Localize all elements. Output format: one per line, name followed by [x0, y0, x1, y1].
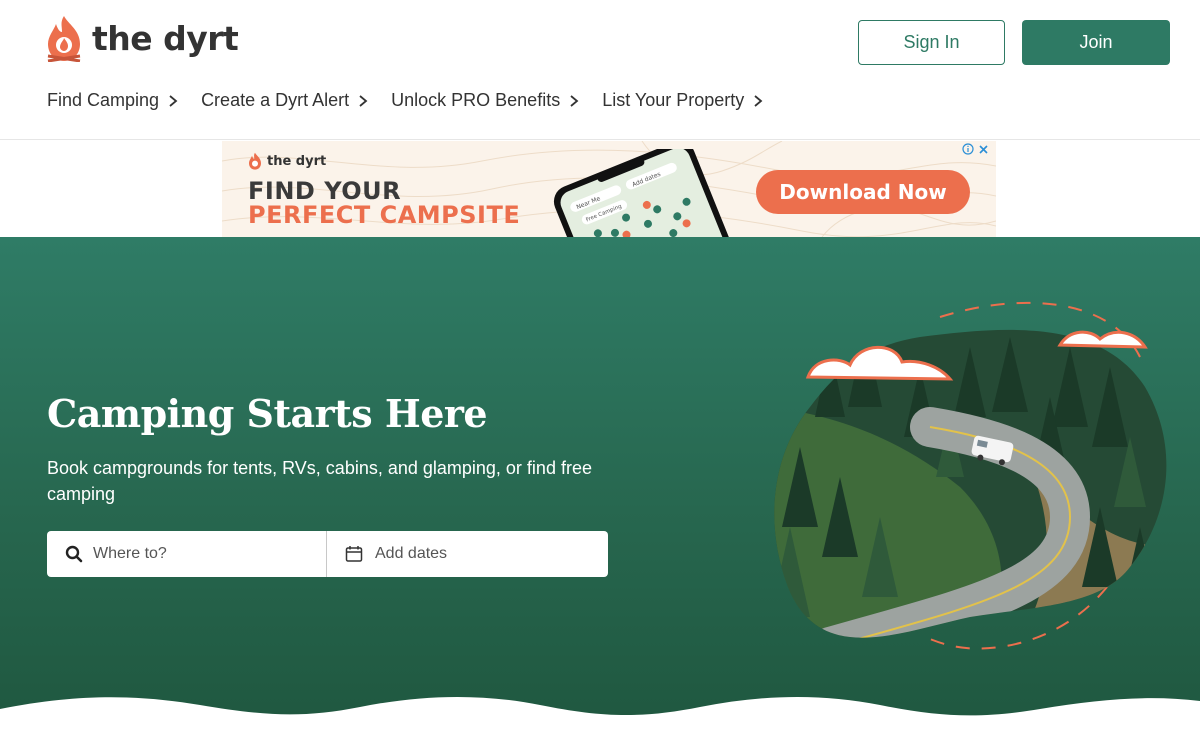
add-dates-label: Add dates	[375, 545, 448, 562]
sign-in-button[interactable]: Sign In	[858, 20, 1005, 65]
calendar-icon	[345, 546, 363, 562]
brand-name: the dyrt	[92, 18, 239, 58]
site-header: the dyrt Sign In Join Find Camping Creat…	[0, 0, 1200, 140]
hero-section: Camping Starts Here Book campgrounds for…	[0, 237, 1200, 734]
nav-item-label: Unlock PRO Benefits	[391, 90, 561, 110]
close-icon[interactable]	[978, 144, 989, 155]
ad-headline-2: PERFECT CAMPSITE	[248, 201, 521, 229]
chevron-right-icon	[169, 94, 178, 107]
hero-title: Camping Starts Here	[47, 391, 488, 436]
nav-item-list-property[interactable]: List Your Property	[602, 90, 764, 111]
chevron-right-icon	[570, 94, 579, 107]
nav-item-find-camping[interactable]: Find Camping	[47, 90, 179, 111]
dates-field[interactable]: Add dates	[327, 531, 608, 577]
main-nav: Find Camping Create a Dyrt Alert Unlock …	[47, 90, 764, 111]
where-field[interactable]	[47, 531, 327, 577]
hero-subtitle: Book campgrounds for tents, RVs, cabins,…	[47, 458, 592, 504]
ad-logo: the dyrt	[248, 152, 326, 170]
ad-logo-text: the dyrt	[267, 153, 327, 169]
join-button[interactable]: Join	[1022, 20, 1170, 65]
phone-map-illustration: Near Me Add dates Free Camping	[553, 149, 732, 237]
search-icon	[65, 545, 83, 563]
rv-road-illustration	[774, 301, 1167, 650]
chevron-right-icon	[359, 94, 368, 107]
search-bar: Add dates	[47, 531, 608, 577]
wave-divider	[0, 696, 1200, 734]
ad-choices[interactable]	[962, 143, 989, 155]
campfire-logo-icon	[249, 152, 261, 170]
nav-item-dyrt-alert[interactable]: Create a Dyrt Alert	[201, 90, 369, 111]
chevron-right-icon	[754, 94, 763, 107]
info-icon[interactable]	[962, 143, 974, 155]
ad-banner[interactable]: the dyrt FIND YOUR PERFECT CAMPSITE Near…	[222, 141, 996, 237]
brand-logo[interactable]: the dyrt	[46, 14, 239, 62]
nav-item-pro-benefits[interactable]: Unlock PRO Benefits	[391, 90, 580, 111]
where-to-input[interactable]	[93, 545, 313, 563]
nav-item-label: List Your Property	[602, 90, 745, 110]
campfire-logo-icon	[47, 16, 81, 62]
nav-item-label: Create a Dyrt Alert	[201, 90, 350, 110]
nav-item-label: Find Camping	[47, 90, 160, 110]
download-now-button[interactable]: Download Now	[756, 170, 970, 214]
